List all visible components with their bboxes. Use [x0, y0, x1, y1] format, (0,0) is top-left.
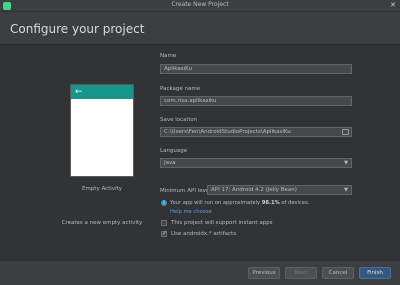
min-api-label: Minimum API level — [160, 188, 211, 194]
cancel-button[interactable]: Cancel — [322, 267, 354, 279]
package-field[interactable]: com.risa.aplikasiku — [160, 96, 352, 106]
instant-apps-label: This project will support instant apps — [171, 220, 273, 226]
name-value: AplikasiKu — [164, 66, 192, 72]
close-icon[interactable]: ✕ — [388, 1, 398, 10]
min-api-value: API 17: Android 4.2 (Jelly Bean) — [211, 187, 297, 193]
package-label: Package name — [160, 86, 201, 92]
previous-button[interactable]: Previous — [248, 267, 280, 279]
androidx-label: Use androidx.* artifacts — [171, 231, 237, 237]
instant-apps-checkbox[interactable] — [161, 220, 167, 226]
name-label: Name — [160, 53, 177, 59]
location-label: Save location — [160, 117, 198, 123]
language-select[interactable]: Java ▼ — [160, 158, 352, 168]
chevron-down-icon: ▼ — [344, 187, 348, 193]
folder-icon[interactable] — [342, 129, 349, 135]
api-coverage-percent: 98.1% — [261, 200, 280, 206]
dialog-header: Configure your project — [0, 12, 400, 45]
instant-apps-option[interactable]: This project will support instant apps — [161, 219, 273, 227]
main-panel — [0, 45, 400, 260]
help-me-choose-link[interactable]: Help me choose — [170, 209, 212, 215]
template-preview: ← — [70, 84, 134, 177]
androidx-option[interactable]: Use androidx.* artifacts — [161, 230, 236, 238]
dialog-footer: Previous Next Cancel Finish — [0, 260, 400, 285]
language-label: Language — [160, 148, 188, 154]
package-value: com.risa.aplikasiku — [164, 98, 217, 104]
androidx-checkbox[interactable] — [161, 230, 167, 237]
info-icon: i — [161, 200, 167, 206]
chevron-down-icon: ▼ — [344, 160, 348, 166]
template-name: Empty Activity — [81, 186, 123, 192]
location-field[interactable]: C:\Users\Fen\AndroidStudioProjects\Aplik… — [160, 127, 352, 137]
min-api-select[interactable]: API 17: Android 4.2 (Jelly Bean) ▼ — [207, 185, 352, 195]
title-bar: Create New Project ✕ — [0, 0, 400, 12]
location-value: C:\Users\Fen\AndroidStudioProjects\Aplik… — [164, 129, 291, 135]
api-info: i Your app will run on approximately 98.… — [161, 199, 309, 207]
page-title: Configure your project — [10, 22, 145, 36]
preview-app-bar: ← — [71, 85, 133, 99]
arrow-left-icon: ← — [75, 87, 83, 97]
language-value: Java — [164, 160, 176, 166]
window-title: Create New Project — [171, 1, 229, 8]
template-description: Creates a new empty activity — [61, 220, 143, 226]
finish-button[interactable]: Finish — [359, 267, 391, 279]
next-button[interactable]: Next — [285, 267, 317, 279]
api-info-text: Your app will run on approximately 98.1%… — [170, 200, 310, 206]
name-field[interactable]: AplikasiKu — [160, 64, 352, 74]
